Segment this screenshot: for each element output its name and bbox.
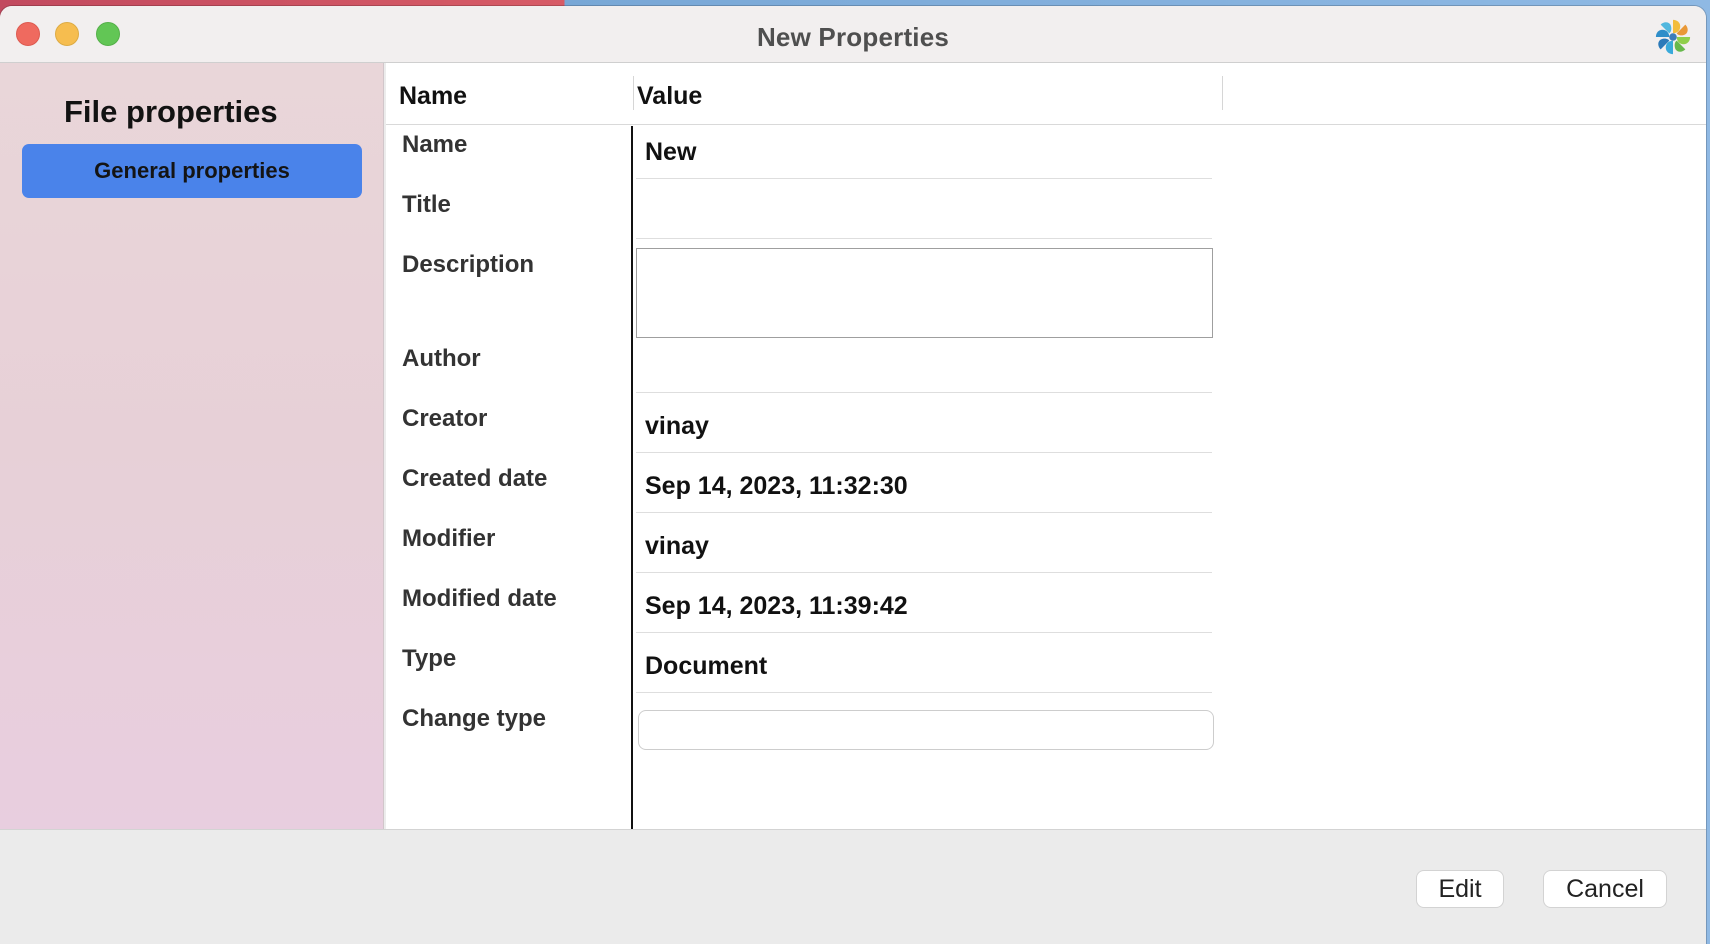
property-label-modified-date: Modified date bbox=[402, 585, 557, 612]
property-label-title: Title bbox=[402, 191, 451, 218]
description-textarea[interactable] bbox=[636, 248, 1213, 338]
property-label-name: Name bbox=[402, 131, 468, 158]
pinwheel-logo-icon bbox=[1655, 19, 1691, 55]
table-header: Name Value bbox=[386, 63, 1706, 125]
property-label-modifier: Modifier bbox=[402, 525, 496, 552]
value-column-header[interactable]: Value bbox=[637, 82, 702, 111]
modifier-value-field[interactable]: vinay bbox=[636, 521, 1212, 573]
change-type-select[interactable] bbox=[638, 710, 1214, 750]
sidebar-item-label: General properties bbox=[94, 158, 290, 183]
properties-table: Name Value Name New Title Description Au… bbox=[386, 63, 1706, 829]
title-value-field[interactable] bbox=[636, 187, 1212, 239]
author-value-field[interactable] bbox=[636, 341, 1212, 393]
name-value-field[interactable]: New bbox=[636, 127, 1212, 179]
column-separator[interactable] bbox=[633, 76, 634, 110]
property-label-author: Author bbox=[402, 345, 481, 372]
dialog-footer: Edit Cancel bbox=[0, 829, 1706, 944]
name-value-divider bbox=[631, 126, 633, 829]
window-title: New Properties bbox=[756, 22, 950, 52]
sidebar-item-general-properties[interactable]: General properties bbox=[22, 144, 362, 198]
property-label-type: Type bbox=[402, 645, 457, 672]
property-label-creator: Creator bbox=[402, 405, 488, 432]
sidebar-heading: File properties bbox=[64, 94, 278, 129]
column-separator[interactable] bbox=[1222, 76, 1223, 110]
name-column-header[interactable]: Name bbox=[399, 82, 467, 111]
created-date-value-field[interactable]: Sep 14, 2023, 11:32:30 bbox=[636, 461, 1212, 513]
title-bar: New Properties bbox=[0, 6, 1706, 63]
properties-window: New Properties File properties General p… bbox=[0, 6, 1706, 944]
property-label-description: Description bbox=[402, 251, 535, 278]
creator-value-field[interactable]: vinay bbox=[636, 401, 1212, 453]
modified-date-value-field[interactable]: Sep 14, 2023, 11:39:42 bbox=[636, 581, 1212, 633]
type-value-field[interactable]: Document bbox=[636, 641, 1212, 693]
property-label-change-type: Change type bbox=[402, 705, 547, 732]
cancel-button[interactable]: Cancel bbox=[1543, 870, 1667, 908]
edit-button[interactable]: Edit bbox=[1416, 870, 1504, 908]
properties-sidebar: File properties General properties bbox=[0, 63, 384, 829]
property-label-created-date: Created date bbox=[402, 465, 548, 492]
